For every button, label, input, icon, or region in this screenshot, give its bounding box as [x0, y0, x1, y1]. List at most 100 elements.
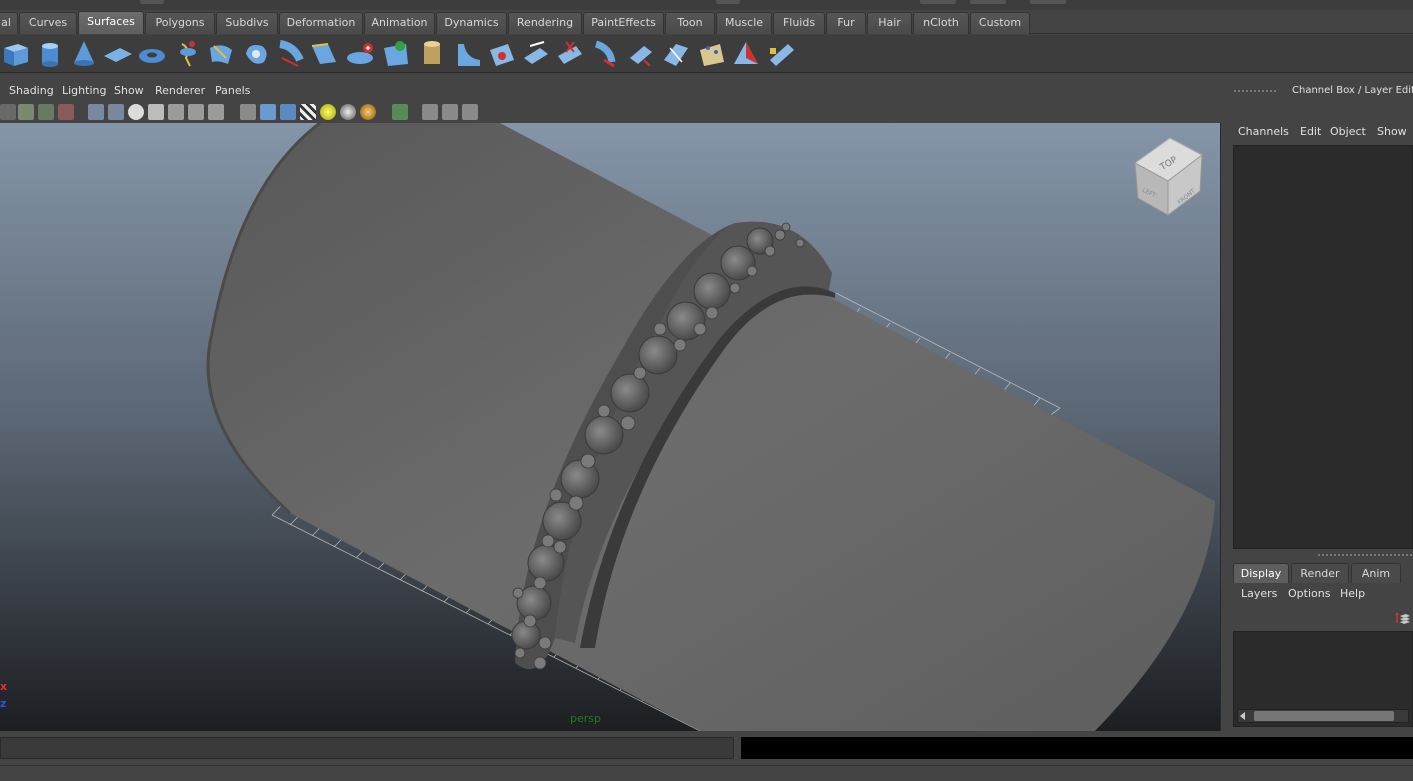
menu-shading[interactable]: Shading: [9, 84, 54, 97]
nurbs-cylinder-icon[interactable]: [34, 38, 66, 70]
tab-muscle[interactable]: Muscle: [716, 12, 772, 34]
lights-icon[interactable]: [320, 104, 336, 120]
share-icon[interactable]: [462, 104, 478, 120]
revolve-icon[interactable]: [172, 38, 204, 70]
splitter-handle[interactable]: [1317, 553, 1413, 557]
tab-animation[interactable]: Animation: [364, 12, 435, 34]
trim-icon[interactable]: [554, 38, 586, 70]
tab-label: Toon: [677, 16, 703, 29]
insert-isoparm-icon[interactable]: [766, 38, 798, 70]
shelf-tab-bar: al Curves Surfaces Polygons Subdivs Defo…: [0, 10, 1413, 34]
menu-edit[interactable]: Edit: [1300, 125, 1321, 138]
nurbs-cube-icon[interactable]: [0, 38, 32, 70]
layer-editor-tabs: Display Render Anim: [1233, 563, 1413, 583]
image-plane-icon[interactable]: [58, 104, 74, 120]
tab-general[interactable]: al: [0, 12, 18, 34]
tab-ncloth[interactable]: nCloth: [913, 12, 969, 34]
command-result: [741, 737, 1413, 759]
top-strip: [0, 0, 1413, 10]
menu-layers[interactable]: Layers: [1241, 587, 1277, 600]
tab-deformation[interactable]: Deformation: [279, 12, 363, 34]
channel-box-title: Channel Box / Layer Editor: [1292, 85, 1413, 96]
tab-subdivs[interactable]: Subdivs: [216, 12, 278, 34]
field-chart-icon[interactable]: [168, 104, 184, 120]
menu-help[interactable]: Help: [1340, 587, 1365, 600]
drag-handle[interactable]: [1233, 89, 1277, 93]
tab-label: Dynamics: [444, 16, 499, 29]
menu-renderer[interactable]: Renderer: [155, 84, 205, 97]
bevel-icon[interactable]: [416, 38, 448, 70]
channel-box-layer-editor: Channel Box / Layer Editor Channels Edit…: [1225, 81, 1413, 731]
loft-icon[interactable]: [206, 38, 238, 70]
planar-icon[interactable]: [240, 38, 272, 70]
perspective-viewport[interactable]: TOP LEFT FRONT persp x z: [0, 123, 1221, 731]
tab-rendering[interactable]: Rendering: [508, 12, 582, 34]
bookmark-icon[interactable]: [38, 104, 54, 120]
isolate-select-icon[interactable]: [392, 104, 408, 120]
menu-panels[interactable]: Panels: [215, 84, 250, 97]
camera-attributes-icon[interactable]: [18, 104, 34, 120]
tab-surfaces[interactable]: Surfaces: [78, 11, 144, 34]
tab-render[interactable]: Render: [1291, 563, 1349, 583]
attach-icon[interactable]: [624, 38, 656, 70]
grid-icon[interactable]: [88, 104, 104, 120]
axis-z-label: z: [0, 697, 7, 710]
tab-polygons[interactable]: Polygons: [145, 12, 215, 34]
xray-icon[interactable]: [422, 104, 438, 120]
channel-box-area[interactable]: [1233, 145, 1413, 549]
scroll-left-icon[interactable]: [1240, 712, 1245, 720]
tab-label: Custom: [978, 16, 1022, 29]
resolution-gate-icon[interactable]: [128, 104, 144, 120]
tab-dynamics[interactable]: Dynamics: [436, 12, 507, 34]
untrim-icon[interactable]: [590, 38, 622, 70]
status-line-nub: [716, 0, 740, 4]
menu-lighting[interactable]: Lighting: [62, 84, 106, 97]
gate-mask-icon[interactable]: [148, 104, 164, 120]
nurbs-cone-icon[interactable]: [68, 38, 100, 70]
menu-channels[interactable]: Channels: [1238, 125, 1289, 138]
high-quality-icon[interactable]: [360, 104, 376, 120]
tab-toon[interactable]: Toon: [665, 12, 715, 34]
tab-painteffects[interactable]: PaintEffects: [583, 12, 664, 34]
tab-fluids[interactable]: Fluids: [773, 12, 825, 34]
layers-icon[interactable]: [1395, 611, 1411, 625]
tab-label: Deformation: [286, 16, 356, 29]
tab-display[interactable]: Display: [1233, 563, 1289, 583]
tab-fur[interactable]: Fur: [826, 12, 866, 34]
boundary-icon[interactable]: [344, 38, 376, 70]
smooth-shade-icon[interactable]: [260, 104, 276, 120]
open-close-icon[interactable]: [730, 38, 762, 70]
safe-action-icon[interactable]: [188, 104, 204, 120]
tab-hair[interactable]: Hair: [867, 12, 912, 34]
status-line-nub: [920, 0, 956, 4]
nurbs-torus-icon[interactable]: [136, 38, 168, 70]
detach-icon[interactable]: [660, 38, 692, 70]
safe-title-icon[interactable]: [208, 104, 224, 120]
extrude-icon[interactable]: [274, 38, 306, 70]
menu-show[interactable]: Show: [1377, 125, 1407, 138]
tab-label: Fur: [837, 16, 855, 29]
project-curve-icon[interactable]: [520, 38, 552, 70]
wireframe-icon[interactable]: [240, 104, 256, 120]
tab-curves[interactable]: Curves: [19, 12, 77, 34]
tab-custom[interactable]: Custom: [970, 12, 1030, 34]
bevel-plus-icon[interactable]: [452, 38, 484, 70]
nurbs-plane-icon[interactable]: [102, 38, 134, 70]
shadows-icon[interactable]: [340, 104, 356, 120]
menu-object[interactable]: Object: [1330, 125, 1366, 138]
menu-show[interactable]: Show: [114, 84, 144, 97]
layer-scrollbar[interactable]: [1237, 709, 1409, 723]
tab-anim[interactable]: Anim: [1351, 563, 1401, 583]
scroll-thumb[interactable]: [1254, 711, 1394, 721]
command-input[interactable]: [0, 737, 734, 759]
film-gate-icon[interactable]: [108, 104, 124, 120]
xray-joints-icon[interactable]: [442, 104, 458, 120]
menu-options[interactable]: Options: [1288, 587, 1330, 600]
textures-icon[interactable]: [300, 104, 316, 120]
align-icon[interactable]: [696, 38, 728, 70]
wireframe-on-shaded-icon[interactable]: [280, 104, 296, 120]
square-surface-icon[interactable]: [380, 38, 412, 70]
birail-icon[interactable]: [308, 38, 340, 70]
intersect-icon[interactable]: [486, 38, 518, 70]
select-camera-icon[interactable]: [0, 104, 16, 120]
